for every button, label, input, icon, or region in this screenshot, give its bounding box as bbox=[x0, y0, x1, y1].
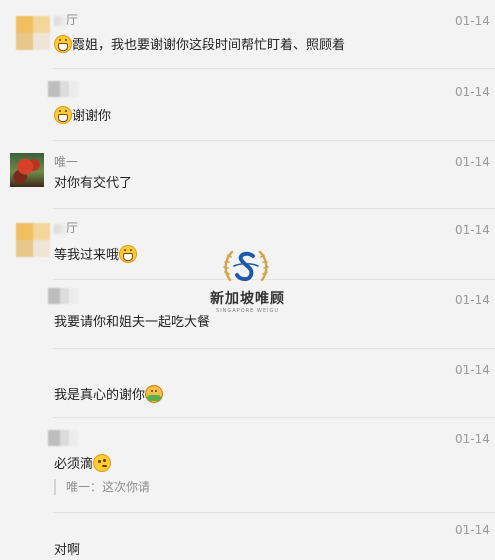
comment-time: 01-14 bbox=[455, 432, 490, 446]
comment-item[interactable]: 01-14 谢谢你 bbox=[0, 69, 495, 141]
grinning-face-icon bbox=[54, 106, 72, 124]
comment-text-body: 霞姐，我也要谢谢你这段时间帮忙盯着、照顾着 bbox=[72, 38, 346, 53]
watermark-logo-icon bbox=[223, 250, 269, 282]
comment-time: 01-14 bbox=[455, 223, 490, 237]
author-name[interactable]: 唯一 bbox=[54, 155, 78, 169]
thinking-face-icon bbox=[93, 454, 112, 472]
comment-text-body: 我要请你和姐夫一起吃大餐 bbox=[54, 315, 211, 330]
comment-time: 01-14 bbox=[455, 155, 490, 169]
comment-text: 我要请你和姐夫一起吃大餐 bbox=[54, 314, 210, 332]
quoted-reply[interactable]: 唯一：这次你请 bbox=[54, 479, 150, 495]
comment-text-body: 必须滴 bbox=[54, 457, 94, 472]
avatar[interactable] bbox=[16, 16, 50, 50]
comment-text-body: 我是真心的谢你 bbox=[54, 388, 146, 403]
comment-text-body: 对你有交代了 bbox=[54, 176, 133, 191]
comment-text-body: 等我过来哦 bbox=[54, 248, 120, 263]
avatar[interactable] bbox=[48, 81, 78, 97]
comment-item[interactable]: 唯一 01-14 对你有交代了 bbox=[0, 141, 495, 209]
comment-text: 对啊 bbox=[54, 542, 80, 560]
avatar[interactable] bbox=[16, 223, 50, 257]
grinning-face-icon bbox=[54, 35, 72, 53]
comment-text: 谢谢你 bbox=[54, 106, 111, 126]
comment-item[interactable]: 01-14 对啊 bbox=[0, 513, 495, 559]
comment-time: 01-14 bbox=[455, 14, 490, 28]
watermark-subtitle: SINGAPORE WEIGU bbox=[216, 308, 279, 314]
comment-time: 01-14 bbox=[455, 523, 490, 537]
author-name[interactable]: 厅 bbox=[66, 13, 78, 27]
avatar[interactable] bbox=[48, 288, 78, 304]
comment-time: 01-14 bbox=[455, 293, 490, 307]
grinning-face-icon bbox=[119, 245, 138, 263]
comment-item[interactable]: 01-14 必须滴 唯一：这次你请 bbox=[0, 418, 495, 513]
avatar[interactable] bbox=[10, 153, 44, 187]
comment-item[interactable]: 厅 01-14 霞姐，我也要谢谢你这段时间帮忙盯着、照顾着 bbox=[0, 0, 495, 69]
comment-time: 01-14 bbox=[455, 363, 490, 377]
comment-time: 01-14 bbox=[455, 85, 490, 99]
comment-text: 必须滴 bbox=[54, 454, 112, 474]
avatar[interactable] bbox=[48, 430, 78, 446]
comment-text-body: 对啊 bbox=[54, 543, 81, 558]
author-name[interactable]: 厅 bbox=[66, 221, 78, 235]
comment-text-body: 谢谢你 bbox=[72, 109, 112, 124]
comment-text: 对你有交代了 bbox=[54, 175, 132, 193]
watermark-name: 新加坡唯顾 bbox=[210, 291, 285, 307]
comment-text: 等我过来哦 bbox=[54, 245, 138, 265]
hugging-face-icon bbox=[145, 385, 164, 403]
author-name-blurred bbox=[54, 16, 66, 26]
author-name-blurred bbox=[54, 224, 66, 234]
watermark: 新加坡唯顾 SINGAPORE WEIGU bbox=[200, 246, 295, 321]
comment-text: 霞姐，我也要谢谢你这段时间帮忙盯着、照顾着 bbox=[54, 35, 345, 55]
comment-text: 我是真心的谢你 bbox=[54, 385, 164, 405]
comment-item[interactable]: 01-14 我是真心的谢你 bbox=[0, 349, 495, 418]
